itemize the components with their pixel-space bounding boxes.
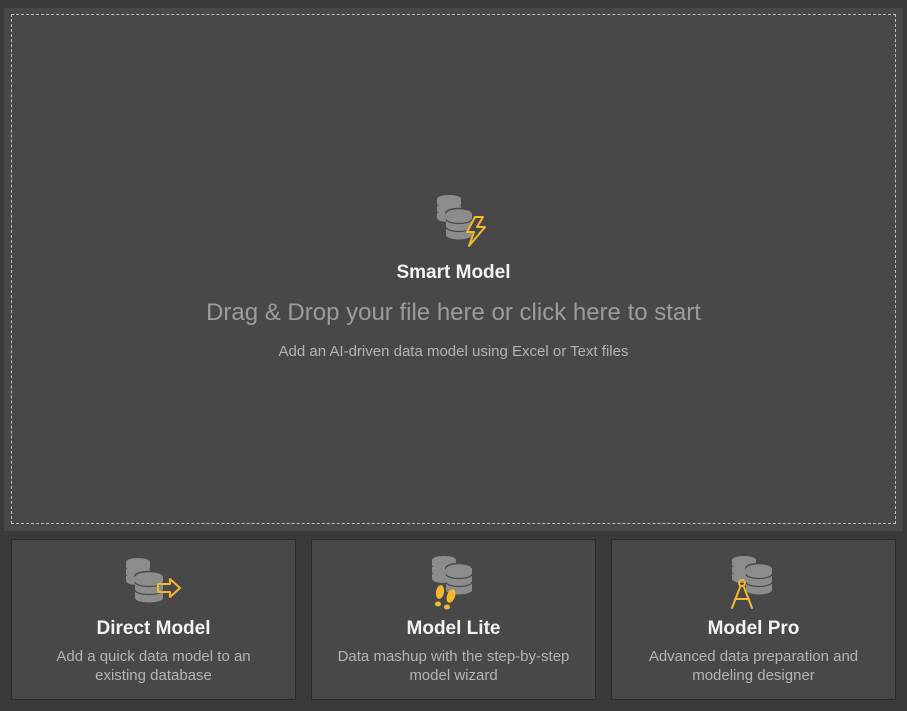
model-pro-card[interactable]: Model Pro Advanced data preparation and … — [611, 539, 896, 700]
smart-model-title: Smart Model — [396, 262, 511, 283]
database-compass-icon — [730, 556, 773, 609]
smart-model-drop-zone[interactable]: Smart Model Drag & Drop your file here o… — [11, 14, 896, 524]
direct-model-title: Direct Model — [96, 618, 211, 639]
model-lite-card[interactable]: Model Lite Data mashup with the step-by-… — [311, 539, 596, 700]
database-lightning-icon — [437, 195, 486, 247]
direct-model-card[interactable]: Direct Model Add a quick data model to a… — [11, 539, 296, 700]
model-chooser: Smart Model Drag & Drop your file here o… — [0, 0, 907, 711]
model-lite-description: Data mashup with the step-by-step model … — [337, 648, 570, 684]
model-pro-description: Advanced data preparation and modeling d… — [648, 648, 859, 684]
drag-drop-instruction: Drag & Drop your file here or click here… — [206, 299, 701, 326]
model-pro-title: Model Pro — [707, 618, 800, 639]
direct-model-description: Add a quick data model to an existing da… — [56, 648, 251, 684]
smart-model-panel: Smart Model Drag & Drop your file here o… — [4, 8, 903, 531]
database-arrow-icon — [125, 558, 181, 603]
model-lite-title: Model Lite — [406, 618, 501, 639]
database-footsteps-icon — [431, 556, 473, 610]
smart-model-description: Add an AI-driven data model using Excel … — [278, 343, 629, 360]
